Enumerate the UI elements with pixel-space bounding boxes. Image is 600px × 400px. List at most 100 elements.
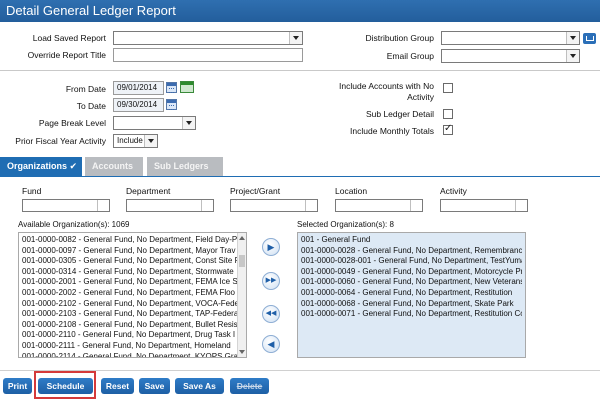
include-accounts-no-activity-label: Include Accounts with No — [339, 81, 434, 91]
page-break-level-select[interactable] — [113, 116, 196, 130]
tab-underline — [0, 176, 600, 177]
override-report-title-input[interactable] — [113, 48, 303, 62]
double-arrow-right-icon: ▶▶ — [265, 277, 277, 284]
fiscal-calendar-icon[interactable] — [180, 81, 194, 93]
scroll-down-icon[interactable] — [239, 350, 245, 354]
from-date-label: From Date — [65, 84, 106, 94]
tab-sub-ledgers[interactable]: Sub Ledgers — [147, 157, 223, 176]
chevron-down-icon — [201, 200, 213, 211]
selected-organizations-header: Selected Organization(s): 8 — [297, 220, 394, 229]
tab-organizations[interactable]: Organizations ✔ — [0, 157, 82, 176]
list-item[interactable]: 001-0000-0082 - General Fund, No Departm… — [22, 235, 243, 246]
section-divider — [0, 70, 600, 71]
list-item[interactable]: 001-0000-0314 - General Fund, No Departm… — [22, 267, 243, 278]
list-item[interactable]: 001-0000-2102 - General Fund, No Departm… — [22, 299, 243, 310]
reset-button[interactable]: Reset — [101, 378, 134, 394]
list-item[interactable]: 001-0000-0097 - General Fund, No Departm… — [22, 246, 243, 257]
department-filter-label: Department — [126, 186, 171, 196]
move-left-button[interactable]: ◀ — [262, 335, 280, 353]
list-item[interactable]: 001-0000-0064 - General Fund, No Departm… — [301, 288, 522, 299]
list-item[interactable]: 001-0000-0068 - General Fund, No Departm… — [301, 299, 522, 310]
include-accounts-no-activity-label-line2: Activity — [407, 92, 434, 102]
project-grant-filter-label: Project/Grant — [230, 186, 281, 196]
move-all-right-button[interactable]: ▶▶ — [262, 272, 280, 290]
override-report-title-label: Override Report Title — [27, 50, 106, 60]
selected-organizations-list[interactable]: 001 - General Fund 001-0000-0028 - Genera… — [297, 232, 526, 358]
include-monthly-totals-checkbox[interactable] — [443, 123, 453, 135]
department-filter-select[interactable] — [126, 199, 214, 212]
arrow-left-icon: ◀ — [267, 339, 275, 349]
fund-filter-select[interactable] — [22, 199, 110, 212]
tab-label: Organizations — [7, 161, 68, 171]
list-item[interactable]: 001-0000-0028 - General Fund, No Departm… — [301, 246, 522, 257]
check-icon: ✔ — [69, 161, 78, 171]
include-accounts-no-activity-checkbox[interactable] — [443, 83, 453, 93]
scroll-up-icon[interactable] — [239, 236, 245, 240]
chevron-down-icon — [410, 200, 422, 211]
page-title: Detail General Ledger Report — [6, 3, 176, 18]
chevron-down-icon — [566, 32, 579, 44]
distribution-group-edit-icon[interactable] — [583, 33, 596, 44]
window-title-bar: Detail General Ledger Report — [0, 0, 600, 22]
list-item[interactable]: 001-0000-0049 - General Fund, No Departm… — [301, 267, 522, 278]
delete-button[interactable]: Delete — [230, 378, 269, 394]
location-filter-select[interactable] — [335, 199, 423, 212]
scrollbar[interactable] — [237, 233, 246, 357]
to-date-input[interactable]: 09/30/2014 — [113, 98, 164, 112]
list-item[interactable]: 001-0000-2002 - General Fund, No Departm… — [22, 288, 243, 299]
list-item[interactable]: 001-0000-2103 - General Fund, No Departm… — [22, 309, 243, 320]
chevron-down-icon — [97, 200, 109, 211]
list-item[interactable]: 001-0000-2110 - General Fund, No Departm… — [22, 330, 243, 341]
chevron-down-icon — [566, 50, 579, 62]
available-organizations-header: Available Organization(s): 1069 — [18, 220, 130, 229]
list-item[interactable]: 001-0000-2111 - General Fund, No Departm… — [22, 341, 243, 352]
chevron-down-icon — [182, 117, 195, 129]
project-grant-filter-select[interactable] — [230, 199, 318, 212]
chevron-down-icon — [515, 200, 527, 211]
list-item[interactable]: 001 - General Fund — [301, 235, 522, 246]
calendar-icon[interactable] — [166, 82, 177, 93]
list-item[interactable]: 001-0000-2001 - General Fund, No Departm… — [22, 277, 243, 288]
chevron-down-icon — [305, 200, 317, 211]
scroll-thumb[interactable] — [239, 255, 245, 267]
sub-ledger-detail-checkbox[interactable] — [443, 109, 453, 119]
page-break-level-label: Page Break Level — [38, 118, 106, 128]
available-organizations-list[interactable]: 001-0000-0082 - General Fund, No Departm… — [18, 232, 247, 358]
distribution-group-label: Distribution Group — [365, 33, 434, 43]
list-item[interactable]: 001-0000-0028-001 - General Fund, No Dep… — [301, 256, 522, 267]
highlight-box — [34, 371, 96, 399]
from-date-input[interactable]: 09/01/2014 — [113, 81, 164, 95]
sub-ledger-detail-label: Sub Ledger Detail — [365, 109, 434, 119]
move-right-button[interactable]: ▶ — [262, 238, 280, 256]
list-item[interactable]: 001-0000-2108 - General Fund, No Departm… — [22, 320, 243, 331]
location-filter-label: Location — [335, 186, 368, 196]
tab-label: Sub Ledgers — [154, 161, 209, 171]
email-group-select[interactable] — [441, 49, 580, 63]
distribution-group-select[interactable] — [441, 31, 580, 45]
tab-label: Accounts — [92, 161, 134, 171]
double-arrow-left-icon: ◀◀ — [265, 310, 277, 317]
list-item[interactable]: 001-0000-0071 - General Fund, No Departm… — [301, 309, 522, 320]
prior-fiscal-year-activity-label: Prior Fiscal Year Activity — [15, 136, 106, 146]
chevron-down-icon — [144, 135, 157, 147]
load-saved-report-label: Load Saved Report — [32, 33, 106, 43]
list-item[interactable]: 001-0000-0060 - General Fund, No Departm… — [301, 277, 522, 288]
load-saved-report-select[interactable] — [113, 31, 303, 45]
activity-filter-select[interactable] — [440, 199, 528, 212]
save-button[interactable]: Save — [139, 378, 170, 394]
prior-fiscal-year-activity-select[interactable]: Include — [113, 134, 158, 148]
print-button[interactable]: Print — [3, 378, 32, 394]
calendar-icon[interactable] — [166, 99, 177, 110]
move-all-left-button[interactable]: ◀◀ — [262, 305, 280, 323]
to-date-label: To Date — [76, 101, 106, 111]
include-monthly-totals-label: Include Monthly Totals — [350, 126, 434, 136]
arrow-right-icon: ▶ — [267, 242, 275, 252]
list-item[interactable]: 001-0000-0305 - General Fund, No Departm… — [22, 256, 243, 267]
fund-filter-label: Fund — [22, 186, 42, 196]
save-as-button[interactable]: Save As — [175, 378, 224, 394]
tab-accounts[interactable]: Accounts — [85, 157, 143, 176]
email-group-label: Email Group — [386, 51, 434, 61]
activity-filter-label: Activity — [440, 186, 467, 196]
chevron-down-icon — [289, 32, 302, 44]
list-item[interactable]: 001-0000-2114 - General Fund, No Departm… — [22, 352, 243, 357]
